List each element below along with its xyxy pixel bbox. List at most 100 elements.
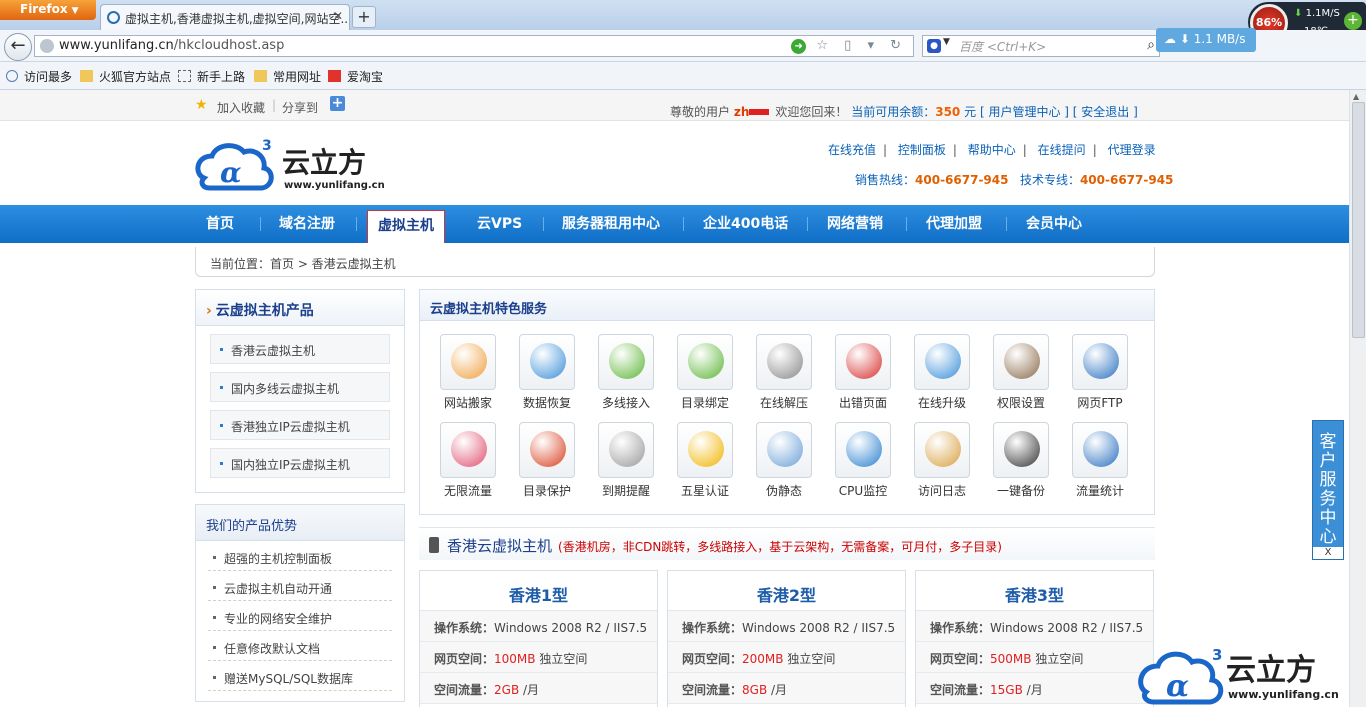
widget-plus-icon[interactable]: + [1344,12,1362,30]
search-input[interactable]: ● ▼ 百度 <Ctrl+K> ⌕ [922,35,1160,57]
document-icon [756,422,812,478]
sidebar-item-domestic-ip-cloud[interactable]: 国内独立IP云虚拟主机 [210,448,390,478]
monitor-icon [1072,334,1128,390]
browser-tab[interactable]: 虚拟主机,香港虚拟主机,虚拟空间,网站空... ✕ [100,4,350,30]
feature-label: 多线接入 [601,396,650,410]
bookmark-getting-started[interactable]: 新手上路 [178,68,245,85]
nav-server-rental[interactable]: 服务器租用中心 [562,205,660,243]
url-bar[interactable]: www.yunlifang.cn/hkcloudhost.asp ➜ ☆ ▯ ▾… [34,35,914,57]
page-scrollbar[interactable]: ▲ [1349,90,1366,707]
feature-label: 权限设置 [996,396,1045,410]
plan-traffic: 空间流量：2GB /月 [420,673,657,704]
feature-label: 出错页面 [838,396,887,410]
bookmark-most-visited[interactable]: 访问最多 [6,68,72,85]
feature-item[interactable]: 伪静态 [744,422,824,499]
product-sidebar-title: › 云虚拟主机产品 [196,290,404,326]
bookmark-ai-taobao[interactable]: 爱淘宝 [328,68,383,85]
user-center-link[interactable]: [ 用户管理中心 ] [980,105,1069,119]
share-plus-icon[interactable]: + [330,96,345,111]
feature-item[interactable]: 在线解压 [744,334,824,411]
svg-text:www.yunlifang.cn: www.yunlifang.cn [284,180,385,191]
plan-name: 香港2型 [668,571,905,611]
search-icon[interactable]: ⌕ [1147,37,1155,53]
nav-member-center[interactable]: 会员中心 [1026,205,1082,243]
customer-service-label: 客户服务中心 [1319,432,1337,547]
advantage-item: 任意修改默认文档 [208,631,392,661]
feature-item[interactable]: 流量统计 [1060,422,1140,499]
site-logo[interactable]: α 3 云立方 www.yunlifang.cn [194,136,394,196]
globe-icon [1072,422,1128,478]
feature-item[interactable]: 网页FTP [1060,334,1140,411]
floating-logo: α 3 云立方 www.yunlifang.cn [1138,646,1339,705]
feature-label: 在线解压 [759,396,808,410]
feature-label: 数据恢复 [522,396,571,410]
plan-name: 香港1型 [420,571,657,611]
nav-domain[interactable]: 域名注册 [279,205,335,243]
tab-title: 虚拟主机,香港虚拟主机,虚拟空间,网站空... [125,12,350,26]
feature-item[interactable]: 目录绑定 [665,334,745,411]
feature-item[interactable]: 五星认证 [665,422,745,499]
go-icon: ➜ [791,39,807,54]
feature-item[interactable]: 到期提醒 [586,422,666,499]
error-x-icon [835,334,891,390]
plan-card-3[interactable]: 香港3型 操作系统：Windows 2008 R2 / IIS7.5 网页空间：… [915,570,1154,707]
scroll-thumb[interactable] [1352,102,1365,338]
trash-bin-icon [519,334,575,390]
feature-item[interactable]: 数据恢复 [507,334,587,411]
close-tab-icon[interactable]: ✕ [333,9,343,23]
browser-tabbar: Firefox ▼ 虚拟主机,香港虚拟主机,虚拟空间,网站空... ✕ + [0,0,1366,30]
sidebar-item-hk-cloud[interactable]: 香港云虚拟主机 [210,334,390,364]
hk-title: 香港云虚拟主机 [447,537,553,555]
nav-cloud-vps[interactable]: 云VPS [477,205,522,243]
feature-item[interactable]: 权限设置 [981,334,1061,411]
nav-400-phone[interactable]: 企业400电话 [703,205,788,243]
bookmark-common-sites[interactable]: 常用网址 [254,68,321,85]
feature-item[interactable]: 访问日志 [902,422,982,499]
feature-label: 五星认证 [680,484,729,498]
feature-item[interactable]: 一键备份 [981,422,1061,499]
advantage-item: 超强的主机控制面板 [208,541,392,571]
username-redacted [749,109,770,115]
nav-virtual-host[interactable]: 虚拟主机 [367,210,445,243]
feature-item[interactable]: 在线升级 [902,334,982,411]
new-tab-button[interactable]: + [352,6,376,28]
firefox-menu-button[interactable]: Firefox ▼ [0,0,96,20]
control-panel-link[interactable]: 控制面板 [898,143,946,157]
hk-section-header: 香港云虚拟主机 (香港机房，非CDN跳转，多线路接入，基于云架构，无需备案，可月付… [419,527,1155,560]
customer-service-float[interactable]: 客户服务中心 X [1312,420,1344,560]
sales-phone: 400-6677-945 [915,173,1009,187]
nav-agent[interactable]: 代理加盟 [926,205,982,243]
plan-card-1[interactable]: 香港1型 操作系统：Windows 2008 R2 / IIS7.5 网页空间：… [419,570,658,707]
bookmark-firefox-site[interactable]: 火狐官方站点 [80,68,171,85]
sidebar-item-hk-ip-cloud[interactable]: 香港独立IP云虚拟主机 [210,410,390,440]
close-float-button[interactable]: X [1313,547,1343,559]
search-engine-dropdown-icon[interactable]: ▼ [943,37,950,47]
svg-text:www.yunlifang.cn: www.yunlifang.cn [1228,688,1339,701]
house-icon [440,334,496,390]
svg-text:3: 3 [262,138,272,154]
feature-item[interactable]: 无限流量 [428,422,508,499]
recharge-link[interactable]: 在线充值 [828,143,876,157]
feature-item[interactable]: 出错页面 [823,334,903,411]
features-panel: 云虚拟主机特色服务 网站搬家 数据恢复 多线接入 目录绑定 在线解压 出错页面 在线升级 权限… [419,289,1155,515]
nav-marketing[interactable]: 网络营销 [827,205,883,243]
feature-item[interactable]: 目录保护 [507,422,587,499]
download-speed-badge[interactable]: ☁ ⬇ 1.1 MB/s [1156,28,1256,52]
feature-item[interactable]: CPU监控 [823,422,903,499]
feature-item[interactable]: 网站搬家 [428,334,508,411]
back-button[interactable]: ← [4,33,32,61]
plan-space: 网页空间：100MB 独立空间 [420,642,657,673]
agent-login-link[interactable]: 代理登录 [1108,143,1156,157]
online-question-link[interactable]: 在线提问 [1038,143,1086,157]
logout-link[interactable]: [ 安全退出 ] [1073,105,1138,119]
add-favorite-link[interactable]: 加入收藏 [217,99,265,116]
plan-card-2[interactable]: 香港2型 操作系统：Windows 2008 R2 / IIS7.5 网页空间：… [667,570,906,707]
feature-label: 在线升级 [917,396,966,410]
floppy-disk-icon [993,422,1049,478]
feature-item[interactable]: 多线接入 [586,334,666,411]
url-actions[interactable]: ➜ ☆ ▯ ▾ ↻ [791,38,907,54]
nav-home[interactable]: 首页 [206,205,234,243]
sidebar-item-domestic-cloud[interactable]: 国内多线云虚拟主机 [210,372,390,402]
firefox-label: Firefox [20,2,68,16]
help-center-link[interactable]: 帮助中心 [968,143,1016,157]
